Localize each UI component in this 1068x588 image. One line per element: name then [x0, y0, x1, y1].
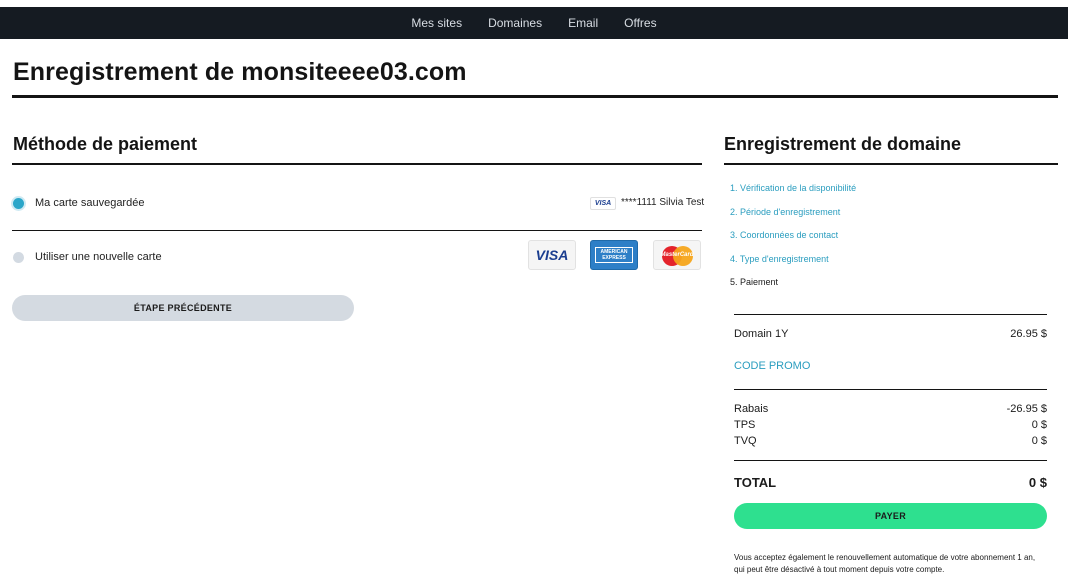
- step-payment: 5. Paiement: [730, 277, 779, 287]
- amex-logo-icon: AMERICAN EXPRESS: [590, 240, 638, 270]
- promo-code-link[interactable]: CODE PROMO: [734, 360, 810, 372]
- summary-divider-mid: [734, 389, 1047, 390]
- rabais-line: Rabais -26.95 $: [734, 403, 1047, 415]
- visa-logo-icon: VISA: [528, 240, 576, 270]
- tvq-label: TVQ: [734, 435, 757, 447]
- nav-offres[interactable]: Offres: [624, 16, 656, 30]
- total-label: TOTAL: [734, 475, 777, 490]
- summary-divider-bottom: [734, 460, 1047, 461]
- payment-section-title: Méthode de paiement: [13, 134, 198, 154]
- pay-button[interactable]: PAYER: [734, 503, 1047, 529]
- mastercard-logo-icon: MasterCard: [653, 240, 701, 270]
- visa-card-icon: VISA: [590, 197, 616, 210]
- renewal-notice: Vous acceptez également le renouvellemen…: [734, 553, 1036, 574]
- new-card-label[interactable]: Utiliser une nouvelle carte: [35, 251, 162, 263]
- tps-label: TPS: [734, 419, 756, 431]
- step-type[interactable]: 4. Type d'enregistrement: [730, 253, 856, 277]
- domain-label: Domain 1Y: [734, 328, 789, 340]
- payment-title-divider: [12, 163, 702, 165]
- sidebar-title: Enregistrement de domaine: [724, 134, 962, 154]
- step-period[interactable]: 2. Période d'enregistrement: [730, 206, 856, 230]
- new-card-radio[interactable]: [13, 252, 24, 263]
- nav-mes-sites[interactable]: Mes sites: [411, 16, 462, 30]
- amex-logo-line2: EXPRESS: [602, 255, 626, 261]
- mastercard-logo-text: MasterCard: [660, 252, 694, 258]
- rabais-value: -26.95 $: [1006, 403, 1047, 415]
- summary-divider-top: [734, 314, 1047, 315]
- tps-value: 0 $: [1031, 419, 1047, 431]
- visa-logo-text: VISA: [535, 247, 569, 263]
- sidebar-title-divider: [724, 163, 1058, 165]
- domain-price: 26.95 $: [1010, 328, 1047, 340]
- nav-email[interactable]: Email: [568, 16, 598, 30]
- top-nav: Mes sites Domaines Email Offres: [0, 7, 1068, 39]
- nav-domaines[interactable]: Domaines: [488, 16, 542, 30]
- tvq-line: TVQ 0 $: [734, 435, 1047, 447]
- tvq-value: 0 $: [1031, 435, 1047, 447]
- domain-line: Domain 1Y 26.95 $: [734, 328, 1047, 340]
- payment-option-divider: [12, 230, 702, 231]
- total-line: TOTAL 0 $: [734, 475, 1047, 490]
- registration-steps: 1. Vérification de la disponibilité 2. P…: [730, 182, 856, 300]
- previous-step-button[interactable]: ÉTAPE PRÉCÉDENTE: [12, 295, 354, 321]
- saved-card-label[interactable]: Ma carte sauvegardée: [35, 197, 144, 209]
- step-availability[interactable]: 1. Vérification de la disponibilité: [730, 182, 856, 206]
- step-contact[interactable]: 3. Coordonnées de contact: [730, 229, 856, 253]
- rabais-label: Rabais: [734, 403, 769, 415]
- total-value: 0 $: [1028, 475, 1047, 490]
- saved-card-radio[interactable]: [13, 198, 24, 209]
- tps-line: TPS 0 $: [734, 419, 1047, 431]
- saved-card-number: ****1111 Silvia Test: [621, 197, 705, 208]
- page-title: Enregistrement de monsiteeee03.com: [13, 58, 467, 86]
- title-divider: [12, 95, 1058, 98]
